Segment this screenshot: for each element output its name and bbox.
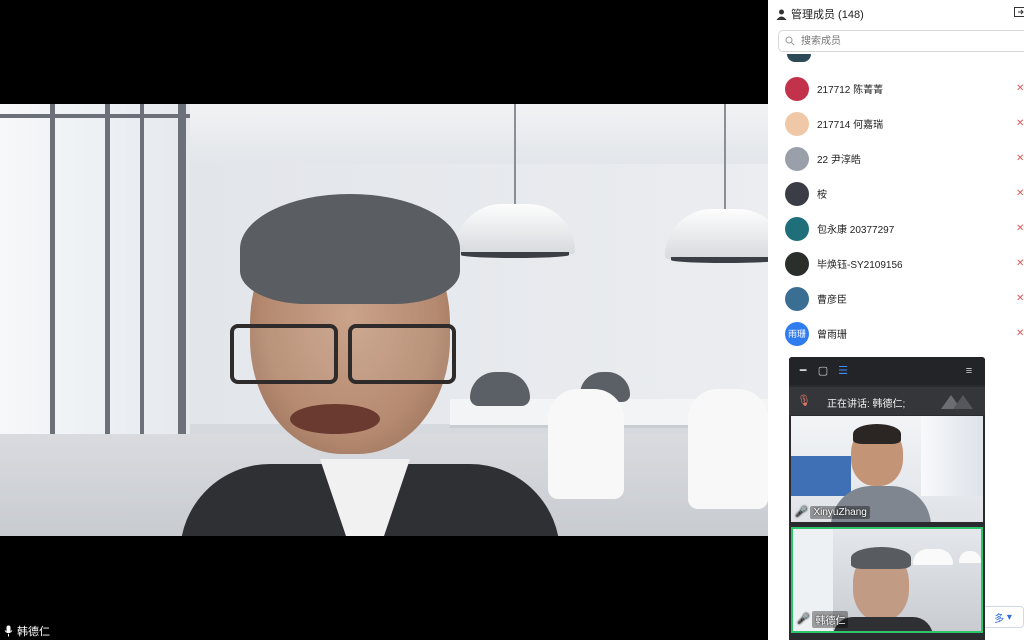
window-icon[interactable]: ▢: [817, 365, 829, 377]
list-item[interactable]: 桉 ✕: [768, 176, 1024, 211]
mic-muted-icon[interactable]: ✕: [1016, 153, 1024, 165]
member-name: 曾雨珊: [817, 330, 847, 341]
list-item[interactable]: 217714 何嘉瑞 ✕: [768, 106, 1024, 141]
more-button[interactable]: 多 ▾: [982, 606, 1024, 628]
popout-icon[interactable]: [1014, 6, 1024, 21]
chair: [548, 389, 624, 499]
chair: [688, 389, 768, 509]
minimize-icon[interactable]: ━: [797, 365, 809, 377]
mic-muted-icon[interactable]: ✕: [1016, 328, 1024, 340]
glasses: [230, 324, 470, 384]
list-item[interactable]: 22 尹淳皓 ✕: [768, 141, 1024, 176]
mic-muted-icon[interactable]: ✕: [1016, 188, 1024, 200]
menu-icon[interactable]: ≡: [963, 365, 975, 377]
talking-label: 正在讲话: 韩德仁;: [827, 399, 906, 410]
list-view-icon[interactable]: ☰: [837, 365, 849, 377]
person-icon: [776, 9, 787, 20]
search-input[interactable]: [799, 34, 1003, 48]
search-icon: [785, 36, 795, 46]
avatar: [785, 181, 809, 206]
microphone-icon: [4, 625, 13, 637]
video-tile[interactable]: 🎤 XinyuZhang: [791, 416, 983, 522]
microphone-icon: 🎙: [797, 395, 811, 407]
member-name: 217712 陈菁菁: [817, 85, 884, 96]
main-video[interactable]: [0, 104, 768, 536]
avatar: [785, 216, 809, 241]
mic-muted-icon[interactable]: ✕: [1016, 223, 1024, 235]
tile-label: 🎤 韩德仁: [797, 611, 849, 628]
mic-muted-icon[interactable]: ✕: [1016, 83, 1024, 95]
search-member-field[interactable]: [778, 30, 1024, 52]
talking-indicator: 🎙 正在讲话: 韩德仁;: [789, 387, 985, 415]
list-item[interactable]: 包永康 20377297 ✕: [768, 211, 1024, 246]
floating-video-window[interactable]: ━ ▢ ☰ ≡ 🎙 正在讲话: 韩德仁; 🎤 XinyuZhang 🎤 韩德仁: [789, 357, 985, 640]
member-name: 毕焕钰-SY2109156: [817, 260, 903, 271]
video-tile-active[interactable]: 🎤 韩德仁: [791, 527, 983, 633]
mic-muted-icon[interactable]: ✕: [1016, 118, 1024, 130]
member-name: 桉: [817, 190, 827, 201]
speaker-person: [180, 194, 560, 536]
grid-icon[interactable]: [939, 391, 979, 411]
member-name: 曹彦臣: [817, 295, 847, 306]
list-item[interactable]: 217712 陈菁菁 ✕: [768, 71, 1024, 106]
main-speaker-name: 韩德仁: [17, 626, 50, 638]
avatar: 雨珊: [785, 321, 809, 346]
mic-muted-icon[interactable]: ✕: [1016, 293, 1024, 305]
floating-window-toolbar[interactable]: ━ ▢ ☰ ≡: [789, 357, 985, 385]
list-item[interactable]: 毕焕钰-SY2109156 ✕: [768, 246, 1024, 281]
list-item[interactable]: 曹彦臣 ✕: [768, 281, 1024, 316]
microphone-icon: 🎤: [795, 507, 808, 518]
tile-label: 🎤 XinyuZhang: [795, 506, 870, 519]
main-speaker-label: 韩德仁: [4, 623, 50, 639]
member-name: 217714 何嘉瑞: [817, 120, 884, 131]
main-video-stage: 韩德仁: [0, 0, 768, 640]
participants-panel-title: 管理成员 (148): [776, 6, 864, 22]
avatar: [785, 286, 809, 311]
pendant-lamp: [665, 104, 768, 264]
avatar: [787, 54, 811, 62]
avatar: [785, 251, 809, 276]
mic-muted-icon[interactable]: ✕: [1016, 258, 1024, 270]
avatar: [785, 111, 809, 136]
member-name: 22 尹淳皓: [817, 155, 861, 166]
avatar: [785, 146, 809, 171]
avatar: [785, 76, 809, 101]
list-item[interactable]: 雨珊 曾雨珊 ✕: [768, 316, 1024, 351]
member-name: 包永康 20377297: [817, 225, 895, 236]
microphone-icon: 🎤: [797, 614, 810, 625]
